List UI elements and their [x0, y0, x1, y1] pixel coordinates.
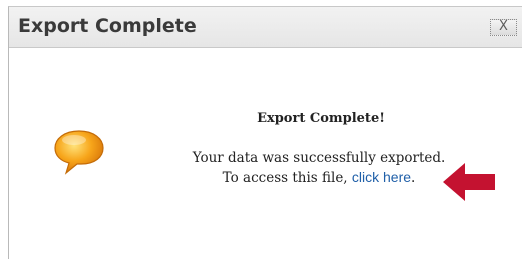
arrow-left-icon [443, 163, 495, 201]
dialog-title: Export Complete [18, 15, 197, 37]
message-line-1: Your data was successfully exported. [192, 150, 446, 166]
click-here-link[interactable]: click here [352, 169, 411, 185]
speech-bubble-icon [54, 130, 104, 175]
dialog-body: Export Complete! Your data was successfu… [9, 48, 522, 260]
dialog-titlebar: Export Complete X [9, 7, 522, 48]
message-line-2: To access this file, click here. [169, 168, 469, 188]
export-complete-dialog: Export Complete X Export Complete! Your … [8, 6, 522, 259]
close-icon: X [499, 19, 508, 34]
close-button[interactable]: X [490, 19, 517, 36]
message-line-2-prefix: To access this file, [222, 170, 352, 186]
message-heading: Export Complete! [257, 111, 385, 126]
message-line-2-suffix: . [411, 170, 416, 186]
message-text: Your data was successfully exported. To … [169, 149, 469, 188]
